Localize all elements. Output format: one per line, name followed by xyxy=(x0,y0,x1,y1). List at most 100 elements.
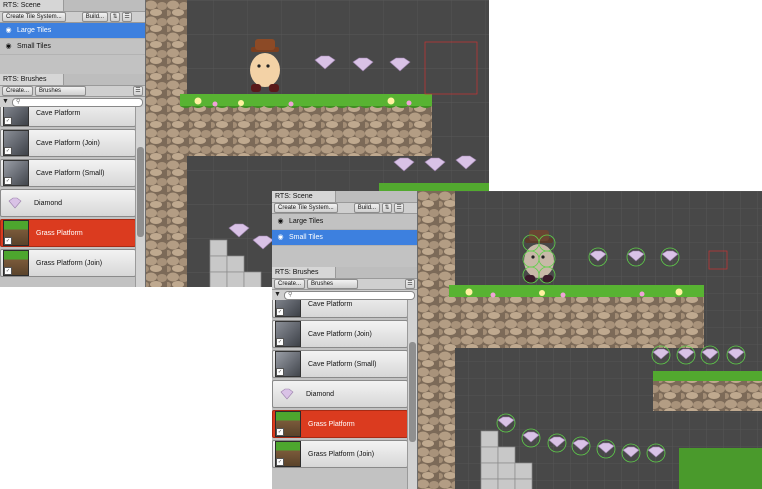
menu-icon[interactable]: ☰ xyxy=(394,203,405,213)
menu-icon[interactable]: ☰ xyxy=(133,86,143,96)
brush-item[interactable]: ✓ Cave Platform xyxy=(0,107,136,127)
menu-icon[interactable]: ☰ xyxy=(405,279,415,289)
eye-icon[interactable]: ◉ xyxy=(275,218,286,225)
scrollbar-thumb[interactable] xyxy=(409,342,416,442)
search-icon: ⚲ xyxy=(15,98,21,105)
brushes-window-tabbar: RTS: Brushes xyxy=(272,267,417,279)
brush-item[interactable]: ✓ Grass Platform (Join) xyxy=(272,440,408,468)
search-input[interactable]: ⚲ xyxy=(283,290,415,300)
layer-small-tiles[interactable]: ◉ Small Tiles xyxy=(0,39,145,55)
filter-icon[interactable]: ▼ xyxy=(2,98,9,106)
layer-label: Large Tiles xyxy=(17,27,52,34)
diamond-icon xyxy=(8,197,22,209)
scene-canvas xyxy=(417,191,762,489)
brush-badge-icon: ✓ xyxy=(4,117,12,125)
brushes-window: RTS: Brushes Create... Brushes ☰ ▼ ⚲ ✓ Ca… xyxy=(272,267,417,489)
brush-item[interactable]: ✓ Cave Platform (Join) xyxy=(0,129,136,157)
layer-large-tiles[interactable]: ◉ Large Tiles xyxy=(0,23,145,39)
brush-badge-icon: ✓ xyxy=(276,428,284,436)
eye-icon[interactable]: ◉ xyxy=(275,234,286,241)
scene-window-tabbar: RTS: Scene xyxy=(0,0,145,12)
grass-top xyxy=(449,285,704,297)
brush-list-scrollbar[interactable] xyxy=(407,300,417,489)
brushes-dropdown[interactable]: Brushes xyxy=(307,279,359,289)
brushes-dropdown[interactable]: Brushes xyxy=(35,86,87,96)
cave-platform xyxy=(180,104,432,156)
dropdown-value: Brushes xyxy=(311,281,334,287)
brush-item[interactable]: ✓ Cave Platform (Small) xyxy=(272,350,408,378)
scene-view[interactable] xyxy=(417,191,762,489)
eye-icon[interactable]: ◉ xyxy=(3,43,14,50)
layer-small-tiles[interactable]: ◉ Small Tiles xyxy=(272,230,417,246)
brush-badge-icon: ✓ xyxy=(276,338,284,346)
brush-item[interactable]: Diamond xyxy=(0,189,136,217)
build-button[interactable]: Build... xyxy=(353,203,381,213)
brushes-window-tab[interactable]: RTS: Brushes xyxy=(0,74,64,86)
brush-badge-icon: ✓ xyxy=(4,177,12,185)
diamond-icon xyxy=(280,388,294,400)
create-brush-button[interactable]: Create... xyxy=(2,86,34,96)
search-input[interactable]: ⚲ xyxy=(11,97,143,107)
brushes-toolbar: Create... Brushes ☰ xyxy=(272,279,417,290)
brushes-toolbar: Create... Brushes ☰ xyxy=(0,86,145,97)
cave-platform xyxy=(449,296,704,348)
build-button[interactable]: Build... xyxy=(81,12,109,22)
brush-badge-icon: ✓ xyxy=(4,267,12,275)
brush-label: Cave Platform (Small) xyxy=(36,169,105,177)
brush-label: Grass Platform (Join) xyxy=(308,450,375,458)
brush-badge-icon: ✓ xyxy=(276,308,284,316)
brush-item[interactable]: ✓ Grass Platform (Join) xyxy=(0,249,136,277)
brush-badge-icon: ✓ xyxy=(4,147,12,155)
create-brush-button[interactable]: Create... xyxy=(274,279,306,289)
brush-badge-icon: ✓ xyxy=(4,237,12,245)
brush-item[interactable]: ✓ Grass Platform xyxy=(272,410,408,438)
filter-icon[interactable]: ▼ xyxy=(274,291,281,299)
brush-label: Grass Platform xyxy=(308,420,355,428)
brush-thumbnail: ✓ xyxy=(275,411,301,437)
scene-window-tab[interactable]: RTS: Scene xyxy=(0,0,64,12)
brush-item[interactable]: ✓ Grass Platform xyxy=(0,219,136,247)
layer-label: Small Tiles xyxy=(17,43,51,50)
brush-badge-icon: ✓ xyxy=(276,458,284,466)
brush-list-scrollbar[interactable] xyxy=(135,107,145,287)
brushes-window-tab[interactable]: RTS: Brushes xyxy=(272,267,336,279)
layer-label: Small Tiles xyxy=(289,234,323,241)
scene-toolbar: Create Tile System... Build... ⇅ ☰ xyxy=(0,12,145,23)
dropdown-value: Brushes xyxy=(39,88,62,94)
brush-thumbnail xyxy=(275,382,299,406)
brushes-window: RTS: Brushes Create... Brushes ☰ ▼ ⚲ ✓ Ca… xyxy=(0,74,145,287)
brush-label: Cave Platform (Small) xyxy=(308,360,377,368)
brush-thumbnail: ✓ xyxy=(3,250,29,276)
brush-thumbnail: ✓ xyxy=(275,351,301,377)
brush-label: Grass Platform (Join) xyxy=(36,259,103,267)
layer-large-tiles[interactable]: ◉ Large Tiles xyxy=(272,214,417,230)
brush-list: ✓ Cave Platform ✓ Cave Platform (Join) ✓ Cave… xyxy=(272,300,408,489)
scene-window-tabbar: RTS: Scene xyxy=(272,191,417,203)
brush-item[interactable]: ✓ Cave Platform xyxy=(272,300,408,318)
brush-label: Cave Platform xyxy=(308,300,353,308)
scrollbar-thumb[interactable] xyxy=(137,147,144,237)
search-icon: ⚲ xyxy=(287,291,293,298)
brush-thumbnail: ✓ xyxy=(3,107,29,126)
scene-window-tab[interactable]: RTS: Scene xyxy=(272,191,336,203)
scene-toolbar: Create Tile System... Build... ⇅ ☰ xyxy=(272,203,417,214)
tool-panel: RTS: Scene Create Tile System... Build..… xyxy=(0,0,146,287)
brush-item[interactable]: ✓ Cave Platform (Small) xyxy=(0,159,136,187)
sort-icon[interactable]: ⇅ xyxy=(382,203,393,213)
brush-badge-icon: ✓ xyxy=(276,368,284,376)
sort-icon[interactable]: ⇅ xyxy=(110,12,121,22)
brush-thumbnail: ✓ xyxy=(3,160,29,186)
brush-item[interactable]: ✓ Cave Platform (Join) xyxy=(272,320,408,348)
brush-thumbnail: ✓ xyxy=(275,441,301,467)
menu-icon[interactable]: ☰ xyxy=(122,12,133,22)
brush-label: Cave Platform xyxy=(36,109,81,117)
brush-thumbnail xyxy=(3,191,27,215)
eye-icon[interactable]: ◉ xyxy=(3,27,14,34)
create-tile-system-button[interactable]: Create Tile System... xyxy=(274,203,338,213)
brush-item[interactable]: Diamond xyxy=(272,380,408,408)
create-tile-system-button[interactable]: Create Tile System... xyxy=(2,12,66,22)
brush-list: ✓ Cave Platform ✓ Cave Platform (Join) ✓ Cave… xyxy=(0,107,136,287)
brush-thumbnail: ✓ xyxy=(3,220,29,246)
brush-thumbnail: ✓ xyxy=(275,321,301,347)
brush-label: Grass Platform xyxy=(36,229,83,237)
